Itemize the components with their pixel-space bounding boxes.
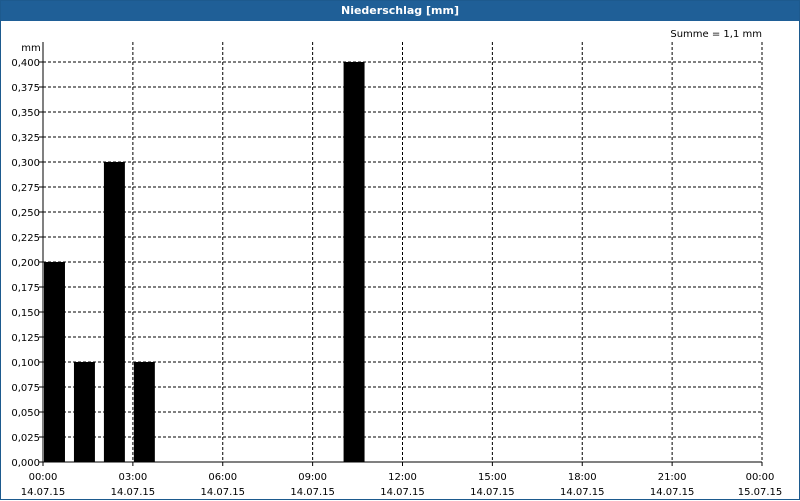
y-tick-label: 0,225 <box>11 233 40 244</box>
x-tick-time-label: 00:00 <box>746 472 775 483</box>
x-tick-time-label: 09:00 <box>298 472 327 483</box>
precipitation-chart: mm Summe = 1,1 mm 0,0000,0250,0500,0750,… <box>11 29 783 498</box>
y-tick-label: 0,100 <box>11 358 40 369</box>
y-tick-label: 0,150 <box>11 308 40 319</box>
y-tick-label: 0,375 <box>11 83 40 94</box>
x-tick-date-label: 15.07.15 <box>738 487 783 498</box>
x-tick-date-label: 14.07.15 <box>111 487 156 498</box>
x-tick-time-label: 18:00 <box>568 472 597 483</box>
x-tick-date-label: 14.07.15 <box>380 487 425 498</box>
x-tick-labels: 00:00 14.07.15 03:00 14.07.15 06:00 14.07.15 0… <box>21 472 783 498</box>
x-tick-date-label: 14.07.15 <box>200 487 245 498</box>
y-tick-label: 0,075 <box>11 383 40 394</box>
y-tick-label: 0,175 <box>11 283 40 294</box>
x-tick-date-label: 14.07.15 <box>560 487 605 498</box>
precipitation-bar <box>44 262 65 462</box>
y-tick-label: 0,325 <box>11 133 40 144</box>
y-tick-label: 0,400 <box>11 58 40 69</box>
y-tick-label: 0,250 <box>11 208 40 219</box>
x-tick-time-label: 21:00 <box>658 472 687 483</box>
sum-annotation: Summe = 1,1 mm <box>670 29 762 40</box>
precipitation-bar <box>103 162 125 462</box>
y-tick-label: 0,300 <box>11 158 40 169</box>
y-tick-label: 0,025 <box>11 433 40 444</box>
x-tick-time-label: 12:00 <box>388 472 417 483</box>
y-tick-labels: 0,000 0,025 0,050 0,075 0,100 0,125 0,150 0,175… <box>11 58 40 469</box>
x-tick-date-label: 14.07.15 <box>650 487 695 498</box>
y-tick-label: 0,350 <box>11 108 40 119</box>
y-tick-label: 0,200 <box>11 258 40 269</box>
chart-window: Niederschlag [mm] mm Summe = 1,1 mm 0,00… <box>0 0 800 500</box>
y-tick-label: 0,050 <box>11 408 40 419</box>
y-tick-label: 0,275 <box>11 183 40 194</box>
precipitation-bar <box>133 362 155 462</box>
y-tick-label: 0,125 <box>11 333 40 344</box>
precipitation-bar <box>73 362 95 462</box>
x-tick-time-label: 03:00 <box>118 472 147 483</box>
x-tick-date-label: 14.07.15 <box>470 487 515 498</box>
x-tick-time-label: 15:00 <box>478 472 507 483</box>
x-tick-date-label: 14.07.15 <box>290 487 335 498</box>
y-axis-unit-label: mm <box>21 43 40 54</box>
x-tick-time-label: 00:00 <box>29 472 58 483</box>
x-tick-time-label: 06:00 <box>208 472 237 483</box>
y-tick-label: 0,000 <box>11 458 40 469</box>
precipitation-bar <box>343 62 365 462</box>
x-tick-date-label: 14.07.15 <box>21 487 66 498</box>
